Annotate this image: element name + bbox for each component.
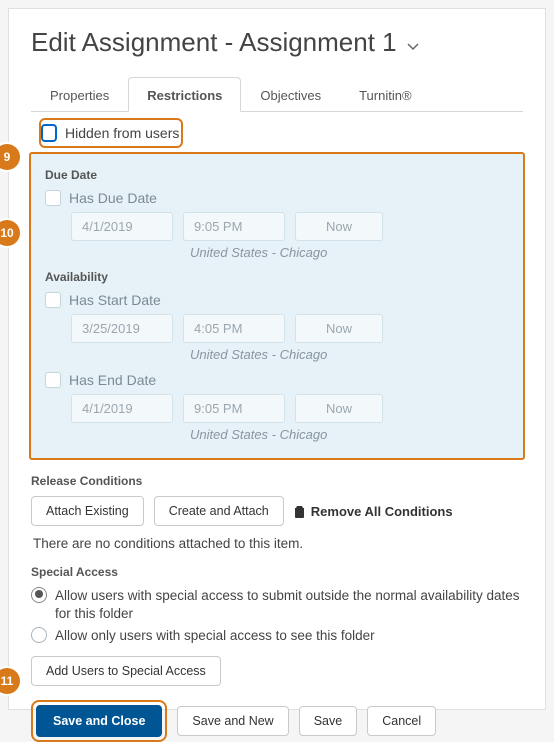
tab-properties[interactable]: Properties [31,77,128,112]
save-and-close-button[interactable]: Save and Close [36,705,162,737]
remove-all-conditions[interactable]: Remove All Conditions [294,504,453,519]
remove-all-label: Remove All Conditions [311,504,453,519]
has-due-date-row: Has Due Date [45,190,509,206]
start-time-input[interactable]: 4:05 PM [183,314,285,343]
has-start-date-checkbox[interactable] [45,292,61,308]
title-row: Edit Assignment - Assignment 1 [31,27,523,58]
tab-turnitin[interactable]: Turnitin® [340,77,430,112]
attach-existing-button[interactable]: Attach Existing [31,496,144,526]
due-timezone: United States - Chicago [190,245,509,260]
availability-header: Availability [45,270,509,284]
cancel-button[interactable]: Cancel [367,706,436,736]
special-access-opt2-row: Allow only users with special access to … [31,627,523,645]
due-now-button[interactable]: Now [295,212,383,241]
release-conditions-buttons: Attach Existing Create and Attach Remove… [31,496,523,526]
save-button[interactable]: Save [299,706,358,736]
callout-11-highlight: Save and Close [31,700,167,742]
has-end-date-label: Has End Date [69,372,156,388]
special-access-header: Special Access [31,565,523,579]
start-timezone: United States - Chicago [190,347,509,362]
start-now-button[interactable]: Now [295,314,383,343]
end-date-fields: 4/1/2019 9:05 PM Now [71,394,509,423]
end-timezone: United States - Chicago [190,427,509,442]
hidden-from-users-row: Hidden from users [31,112,523,152]
has-due-date-checkbox[interactable] [45,190,61,206]
special-access-opt2-radio[interactable] [31,627,47,643]
due-date-input[interactable]: 4/1/2019 [71,212,173,241]
add-users-special-access-button[interactable]: Add Users to Special Access [31,656,221,686]
edit-assignment-panel: Edit Assignment - Assignment 1 Propertie… [8,8,546,710]
due-time-input[interactable]: 9:05 PM [183,212,285,241]
end-date-input[interactable]: 4/1/2019 [71,394,173,423]
has-end-date-row: Has End Date [45,372,509,388]
release-conditions-header: Release Conditions [31,474,523,488]
has-end-date-checkbox[interactable] [45,372,61,388]
end-time-input[interactable]: 9:05 PM [183,394,285,423]
no-conditions-text: There are no conditions attached to this… [33,536,523,551]
special-access-opt1-label: Allow users with special access to submi… [55,587,523,623]
save-and-new-button[interactable]: Save and New [177,706,288,736]
chevron-down-icon[interactable] [407,39,419,56]
date-availability-section: Due Date Has Due Date 4/1/2019 9:05 PM N… [29,152,525,460]
special-access-opt1-radio[interactable] [31,587,47,603]
hidden-label: Hidden from users [65,125,179,141]
has-start-date-label: Has Start Date [69,292,161,308]
footer-buttons: Save and Close Save and New Save Cancel [31,700,523,742]
due-date-header: Due Date [45,168,509,182]
has-start-date-row: Has Start Date [45,292,509,308]
tabs: Properties Restrictions Objectives Turni… [31,76,523,112]
create-and-attach-button[interactable]: Create and Attach [154,496,284,526]
tab-restrictions[interactable]: Restrictions [128,77,241,112]
special-access-opt1-row: Allow users with special access to submi… [31,587,523,623]
end-now-button[interactable]: Now [295,394,383,423]
tab-objectives[interactable]: Objectives [241,77,340,112]
hidden-checkbox[interactable] [41,124,57,142]
trash-icon [294,505,305,518]
start-date-input[interactable]: 3/25/2019 [71,314,173,343]
page-title: Edit Assignment - Assignment 1 [31,27,397,58]
has-due-date-label: Has Due Date [69,190,157,206]
special-access-opt2-label: Allow only users with special access to … [55,627,375,645]
start-date-fields: 3/25/2019 4:05 PM Now [71,314,509,343]
due-date-fields: 4/1/2019 9:05 PM Now [71,212,509,241]
